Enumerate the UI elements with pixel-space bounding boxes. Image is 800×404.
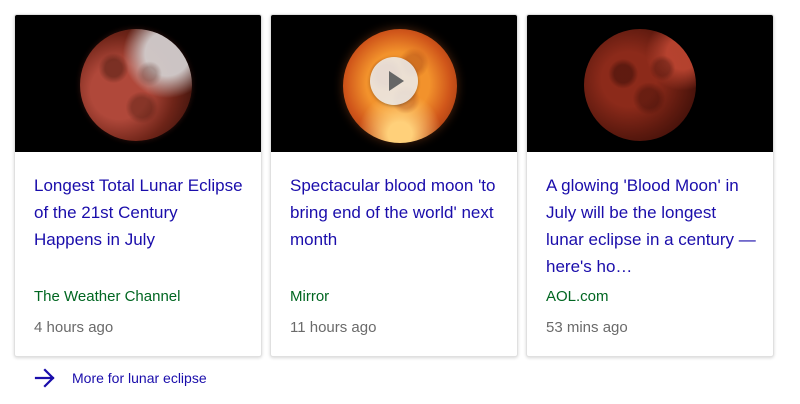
news-thumbnail[interactable]	[527, 15, 773, 152]
news-thumbnail[interactable]	[15, 15, 261, 152]
eclipse-image	[80, 29, 192, 141]
arrow-right-icon	[34, 368, 55, 388]
news-timestamp: 11 hours ago	[290, 319, 377, 336]
news-card[interactable]: Longest Total Lunar Eclipse of the 21st …	[14, 14, 262, 357]
news-headline[interactable]: A glowing 'Blood Moon' in July will be t…	[546, 172, 756, 280]
news-card[interactable]: Spectacular blood moon 'to bring end of …	[270, 14, 518, 357]
news-thumbnail[interactable]	[271, 15, 517, 152]
news-timestamp: 4 hours ago	[34, 319, 114, 336]
news-carousel: Longest Total Lunar Eclipse of the 21st …	[14, 14, 774, 357]
news-headline[interactable]: Longest Total Lunar Eclipse of the 21st …	[34, 172, 244, 253]
news-card[interactable]: A glowing 'Blood Moon' in July will be t…	[526, 14, 774, 357]
news-source: AOL.com	[546, 288, 609, 305]
news-source: The Weather Channel	[34, 288, 181, 305]
play-icon	[389, 71, 404, 91]
blood-moon-image	[584, 29, 696, 141]
news-timestamp: 53 mins ago	[546, 319, 628, 336]
news-source: Mirror	[290, 288, 330, 305]
more-results-label: More for lunar eclipse	[72, 370, 207, 386]
more-results-link[interactable]: More for lunar eclipse	[34, 366, 207, 390]
play-video-button[interactable]	[370, 57, 418, 105]
news-headline[interactable]: Spectacular blood moon 'to bring end of …	[290, 172, 500, 253]
